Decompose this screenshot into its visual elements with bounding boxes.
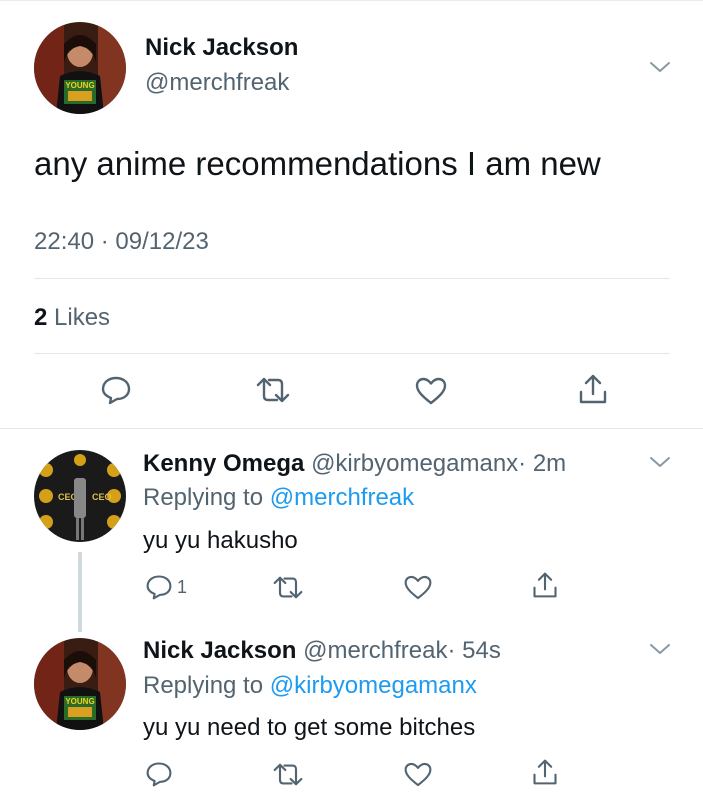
reply-author-handle[interactable]: @merchfreak bbox=[303, 637, 447, 664]
reply-icon[interactable] bbox=[145, 760, 173, 788]
like-icon[interactable] bbox=[403, 574, 433, 601]
retweet-icon[interactable] bbox=[255, 376, 291, 404]
top-divider bbox=[0, 0, 703, 1]
like-icon[interactable] bbox=[414, 376, 448, 406]
replying-to: Replying to @merchfreak bbox=[143, 484, 414, 512]
likes-label: Likes bbox=[54, 304, 111, 331]
likes-stat[interactable]: 2 Likes bbox=[34, 304, 110, 332]
divider bbox=[34, 278, 670, 279]
reply-author-name[interactable]: Nick Jackson bbox=[143, 637, 296, 664]
reply-author-avatar[interactable]: YOUNG bbox=[34, 638, 126, 730]
divider bbox=[34, 353, 670, 354]
reply-icon[interactable] bbox=[145, 573, 173, 601]
svg-text:YOUNG: YOUNG bbox=[65, 81, 94, 90]
reply-text: yu yu need to get some bitches bbox=[143, 714, 476, 741]
reply-header[interactable]: Kenny Omega @kirbyomegamanx· 2m bbox=[143, 450, 566, 478]
replying-prefix: Replying to bbox=[143, 484, 264, 511]
mention-link[interactable]: @kirbyomegamanx bbox=[270, 672, 477, 699]
likes-count: 2 bbox=[34, 304, 48, 331]
reply-time: · 2m bbox=[518, 450, 567, 477]
reply-header[interactable]: Nick Jackson @merchfreak· 54s bbox=[143, 637, 501, 665]
reply-author-avatar[interactable]: CEO CEO bbox=[34, 450, 126, 542]
mention-link[interactable]: @merchfreak bbox=[270, 484, 414, 511]
reply-author-name[interactable]: Kenny Omega bbox=[143, 450, 304, 477]
main-author-name[interactable]: Nick Jackson bbox=[145, 34, 298, 62]
chevron-down-icon[interactable] bbox=[649, 60, 671, 74]
share-icon[interactable] bbox=[577, 372, 609, 406]
tweet-timestamp[interactable]: 22:40 · 09/12/23 bbox=[34, 228, 209, 256]
svg-text:CEO: CEO bbox=[92, 492, 112, 502]
main-author-avatar[interactable]: YOUNG bbox=[34, 22, 126, 114]
replying-to: Replying to @kirbyomegamanx bbox=[143, 672, 477, 700]
main-author-handle[interactable]: @merchfreak bbox=[145, 69, 289, 97]
reply-text: yu yu hakusho bbox=[143, 527, 298, 554]
share-icon[interactable] bbox=[531, 570, 559, 600]
reply-time: · 54s bbox=[447, 637, 501, 664]
retweet-icon[interactable] bbox=[272, 762, 304, 787]
svg-text:YOUNG: YOUNG bbox=[65, 697, 94, 706]
share-icon[interactable] bbox=[531, 757, 559, 787]
chevron-down-icon[interactable] bbox=[649, 455, 671, 469]
thread-line bbox=[78, 552, 82, 632]
like-icon[interactable] bbox=[403, 761, 433, 788]
reply-count: 1 bbox=[177, 577, 188, 597]
replying-prefix: Replying to bbox=[143, 672, 264, 699]
section-divider bbox=[0, 428, 703, 429]
tweet-text: any anime recommendations I am new bbox=[34, 145, 601, 182]
reply-icon[interactable] bbox=[100, 374, 132, 406]
reply-author-handle[interactable]: @kirbyomegamanx bbox=[311, 450, 518, 477]
retweet-icon[interactable] bbox=[272, 575, 304, 600]
chevron-down-icon[interactable] bbox=[649, 642, 671, 656]
